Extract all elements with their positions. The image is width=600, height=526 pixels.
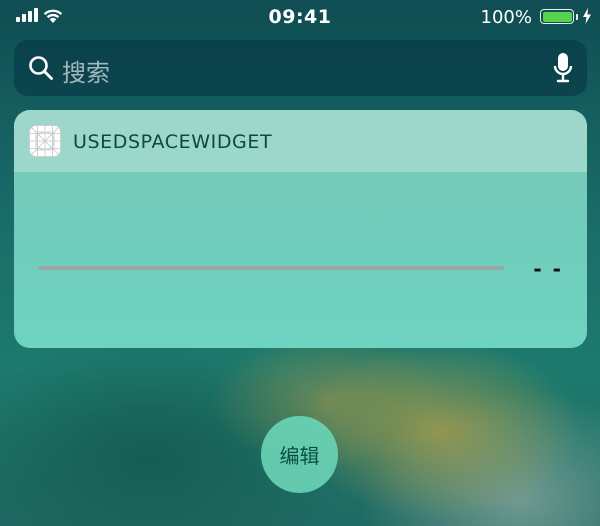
- search-input[interactable]: 搜索: [62, 53, 110, 88]
- used-space-value: - -: [533, 257, 563, 281]
- microphone-icon[interactable]: [553, 52, 573, 84]
- search-bar[interactable]: 搜索: [14, 40, 587, 96]
- widget-title: USEDSPACEWIDGET: [73, 131, 273, 153]
- status-bar: 09:41 100%: [0, 0, 600, 34]
- used-space-progress-bar: [38, 266, 504, 270]
- battery-nub: [576, 14, 578, 20]
- used-space-widget[interactable]: USEDSPACEWIDGET - -: [14, 110, 587, 348]
- app-placeholder-icon: [29, 125, 61, 157]
- today-view-screen: 09:41 100% 搜索 USEDSPACEWIDGET - - 编辑: [0, 0, 600, 526]
- charging-bolt-icon: [583, 8, 591, 24]
- battery-icon: [540, 9, 574, 24]
- edit-button[interactable]: 编辑: [261, 416, 338, 493]
- search-icon: [29, 56, 53, 80]
- battery-fill: [542, 11, 572, 22]
- widget-header[interactable]: USEDSPACEWIDGET: [14, 110, 587, 172]
- battery-percent: 100%: [480, 7, 532, 28]
